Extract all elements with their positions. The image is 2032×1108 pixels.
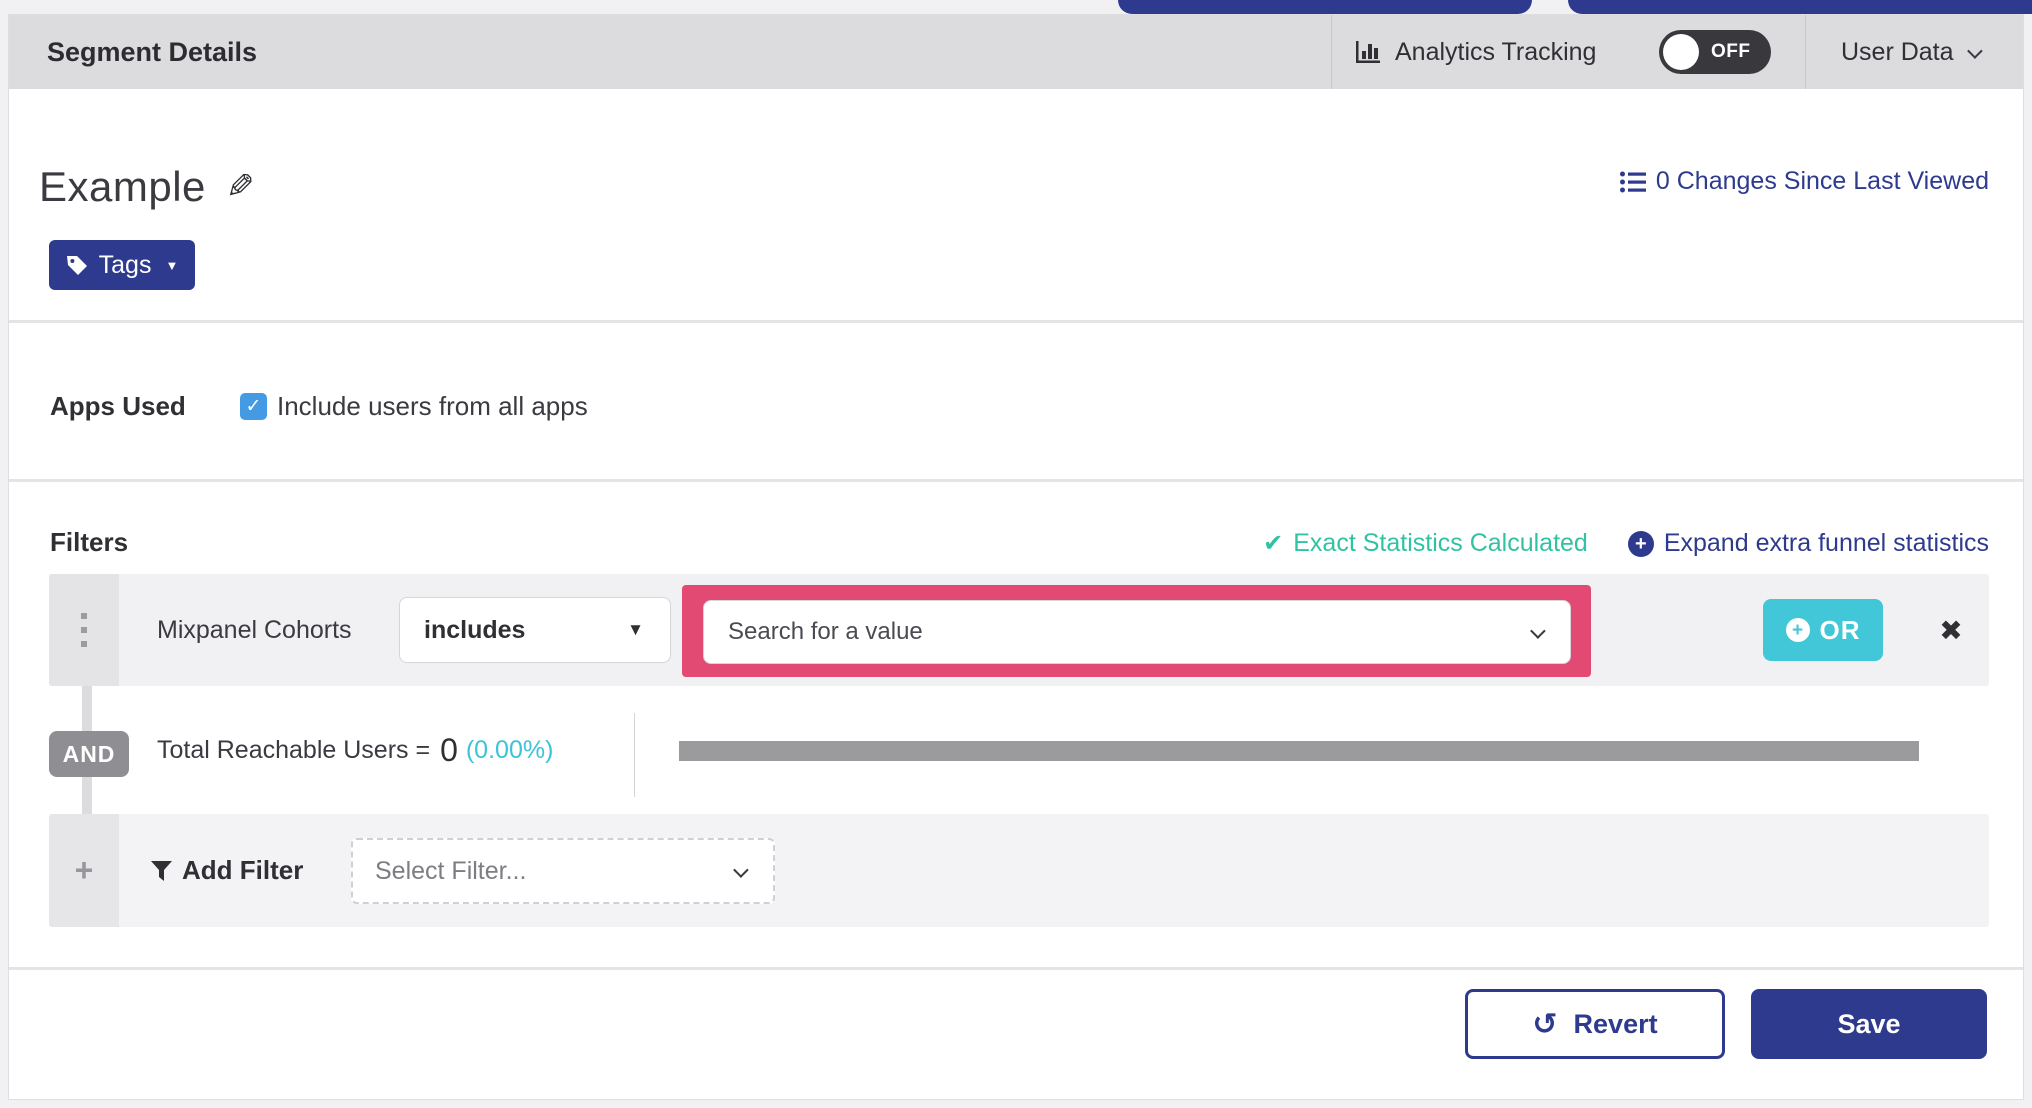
reachable-users-label: Total Reachable Users = <box>157 735 431 764</box>
include-all-apps-label: Include users from all apps <box>277 391 588 421</box>
select-filter-dropdown[interactable]: Select Filter... <box>351 838 775 904</box>
chevron-down-icon <box>1966 42 1983 59</box>
toggle-knob <box>1663 34 1699 70</box>
caret-down-icon: ▼ <box>165 257 179 273</box>
operator-value: includes <box>424 615 526 644</box>
plus-circle-icon: + <box>1785 618 1810 642</box>
header-divider <box>1805 15 1806 89</box>
filter-row: Mixpanel Cohorts includes ▼ Search for a… <box>49 574 1989 686</box>
segment-details-panel: Segment Details Analytics Tracking OFF U… <box>8 14 2024 1100</box>
and-connector-badge: AND <box>49 731 129 777</box>
reachable-users-progress-bar <box>679 741 1919 761</box>
save-button[interactable]: Save <box>1751 989 1987 1059</box>
revert-button[interactable]: ↺ Revert <box>1465 989 1725 1059</box>
funnel-icon <box>151 860 172 881</box>
filters-status-row: ✔ Exact Statistics Calculated + Expand e… <box>1263 529 1989 558</box>
filters-heading: Filters <box>50 527 129 557</box>
analytics-tracking-toggle[interactable]: OFF <box>1659 30 1771 74</box>
section-divider <box>9 320 2023 323</box>
apps-used-label: Apps Used <box>50 391 186 421</box>
segment-name-row: Example ✎ <box>39 163 254 211</box>
value-search-select[interactable]: Search for a value <box>703 600 1571 664</box>
tags-dropdown-button[interactable]: Tags ▼ <box>49 240 195 290</box>
apps-used-row: Apps Used ✓ Include users from all apps <box>50 391 588 422</box>
drag-dot-icon <box>81 613 87 619</box>
highlight-outline: Search for a value <box>682 585 1591 677</box>
revert-button-label: Revert <box>1573 1008 1658 1039</box>
header-divider <box>1331 15 1332 89</box>
panel-header-bar: Segment Details Analytics Tracking OFF U… <box>9 15 2023 89</box>
drag-dot-icon <box>81 627 87 633</box>
edit-pencil-icon[interactable]: ✎ <box>226 167 255 207</box>
analytics-tracking-label: Analytics Tracking <box>1395 37 1597 66</box>
check-icon: ✔ <box>1263 530 1284 557</box>
tag-icon <box>66 255 87 275</box>
user-data-dropdown[interactable]: User Data <box>1841 15 1983 89</box>
toggle-state-label: OFF <box>1711 41 1751 62</box>
revert-undo-icon: ↺ <box>1532 1007 1558 1041</box>
operator-select[interactable]: includes ▼ <box>399 597 671 663</box>
reachable-users-value: 0 <box>440 731 458 768</box>
analytics-tracking-group: Analytics Tracking <box>1355 15 1596 89</box>
panel-title: Segment Details <box>47 37 258 67</box>
value-select-placeholder: Search for a value <box>728 618 923 645</box>
add-filter-plus-button[interactable]: + <box>49 814 119 927</box>
exact-statistics-status: ✔ Exact Statistics Calculated <box>1263 529 1588 558</box>
exact-statistics-label: Exact Statistics Calculated <box>1293 529 1588 557</box>
save-button-label: Save <box>1837 1008 1901 1039</box>
tags-button-label: Tags <box>98 250 152 279</box>
user-data-label: User Data <box>1841 37 1954 66</box>
stats-divider <box>634 713 635 797</box>
top-partial-button-right[interactable] <box>1568 0 2032 14</box>
changes-link-label: 0 Changes Since Last Viewed <box>1655 167 1989 195</box>
chevron-down-icon <box>733 861 749 878</box>
section-divider <box>9 967 2023 970</box>
add-filter-group[interactable]: Add Filter <box>151 814 303 927</box>
or-button-label: OR <box>1819 614 1861 645</box>
expand-funnel-statistics-label: Expand extra funnel statistics <box>1663 529 1989 557</box>
bar-chart-icon <box>1356 41 1380 63</box>
include-all-apps-checkbox[interactable]: ✓ <box>240 393 267 420</box>
plus-icon: + <box>74 852 94 888</box>
remove-filter-button[interactable]: ✖ <box>1921 574 1981 686</box>
close-icon: ✖ <box>1939 614 1963 646</box>
expand-funnel-statistics-link[interactable]: + Expand extra funnel statistics <box>1627 529 1989 558</box>
select-filter-placeholder: Select Filter... <box>375 856 527 885</box>
check-icon: ✓ <box>245 396 262 417</box>
add-or-condition-button[interactable]: + OR <box>1763 599 1883 661</box>
changelog-list-icon <box>1619 171 1646 192</box>
filter-name-label: Mixpanel Cohorts <box>157 615 352 644</box>
add-filter-label: Add Filter <box>182 855 304 885</box>
changes-since-last-viewed-link[interactable]: 0 Changes Since Last Viewed <box>1619 167 1989 196</box>
drag-dot-icon <box>81 641 87 647</box>
chevron-down-icon <box>1530 622 1546 639</box>
caret-down-icon: ▼ <box>627 620 644 639</box>
top-partial-button-left[interactable] <box>1118 0 1532 14</box>
add-filter-row: + Add Filter Select Filter... <box>49 814 1989 927</box>
segment-name: Example <box>39 163 206 210</box>
segment-details-page: { "header": { "title": "Segment Details"… <box>0 0 2032 1108</box>
reachable-users-stats: Total Reachable Users = 0 (0.00%) <box>157 686 553 814</box>
section-divider <box>9 479 2023 482</box>
plus-circle-icon: + <box>1627 530 1654 557</box>
reachable-users-percent: (0.00%) <box>465 735 554 764</box>
drag-handle[interactable] <box>49 574 119 686</box>
